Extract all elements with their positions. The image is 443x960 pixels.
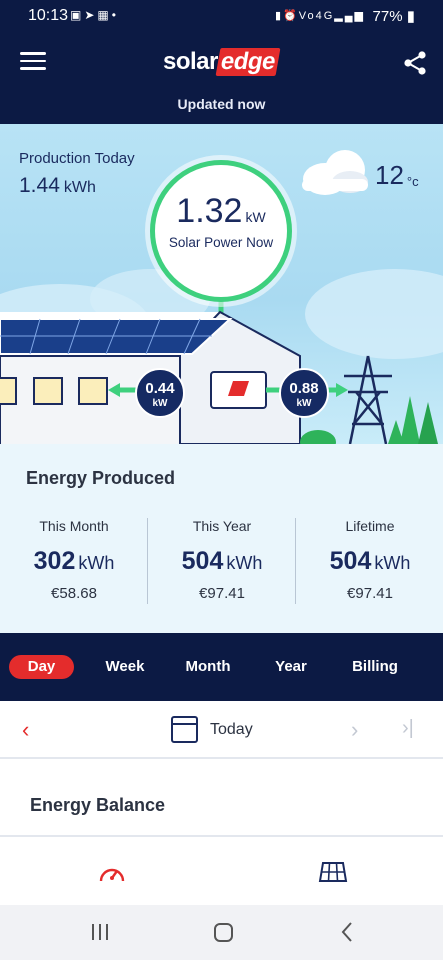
skip-to-latest-icon[interactable]: ›| [402, 717, 414, 740]
solaredge-logo: solaredge [163, 48, 281, 78]
notification-icons: ▣➤▦• [70, 8, 119, 22]
home-icon[interactable] [212, 920, 236, 944]
energy-produced-card: Energy Produced This Month 302 kWh €58.68… [0, 444, 443, 633]
temperature: 12 °c [375, 160, 419, 191]
hamburger-line [20, 59, 46, 62]
tab-week[interactable]: Week [95, 655, 155, 679]
temperature-value: 12 [375, 160, 404, 190]
status-bar: 10:13 ▣➤▦• ▮⏰Vo4G▂▄▆ 77% ▮ [0, 0, 443, 30]
site-overview: Production Today 1.44 kWh 12 °c 1.32 kW Sol… [0, 124, 443, 444]
app-header: solaredge Updated now [0, 30, 443, 124]
tab-year[interactable]: Year [268, 655, 314, 679]
consumption-unit: kW [152, 398, 168, 409]
consumption-value: 0.44 [145, 380, 175, 397]
logo-edge-text: edge [215, 48, 281, 76]
battery-saver-icon: ▮ [274, 10, 284, 22]
stat-value: 504 kWh [296, 547, 443, 576]
power-unit: kW [245, 209, 266, 225]
grid-value: 0.88 [289, 380, 319, 397]
solar-panel-layout-icon[interactable] [318, 859, 348, 885]
stat-number: 504 [181, 547, 224, 575]
alarm-icon: ⏰ [283, 10, 299, 22]
battery-percent: 77% [372, 8, 403, 25]
telegram-icon: ➤ [84, 8, 98, 22]
bottom-navigation [0, 837, 443, 905]
consumption-flow-badge: 0.44 kW [135, 368, 185, 418]
period-tabs: Day Week Month Year Billing [0, 633, 443, 701]
stat-money: €58.68 [51, 585, 97, 602]
date-label[interactable]: Today [210, 721, 253, 739]
previous-day-icon[interactable]: ‹ [22, 717, 29, 743]
power-number: 1.32 [176, 192, 243, 230]
grid-unit: kW [296, 398, 312, 409]
hamburger-icon [20, 52, 46, 55]
energy-produced-title: Energy Produced [26, 468, 176, 488]
hamburger-line [20, 67, 46, 70]
gallery-icon: ▦ [97, 8, 112, 22]
tab-day[interactable]: Day [9, 655, 74, 679]
grid-export-flow-badge: 0.88 kW [279, 368, 329, 418]
production-today-label: Production Today [19, 150, 135, 167]
stat-this-month: This Month 302 kWh €58.68 [0, 518, 148, 602]
production-unit: kWh [63, 179, 96, 196]
solar-power-gauge[interactable]: 1.32 kW Solar Power Now [150, 160, 292, 302]
production-number: 1.44 [19, 174, 60, 197]
stat-number: 302 [33, 547, 76, 575]
battery-status: 77% ▮ [373, 7, 415, 25]
stat-label: This Year [192, 518, 252, 534]
battery-icon: ▮ [406, 8, 415, 25]
stat-money: €97.41 [199, 585, 245, 602]
stat-value: 302 kWh [0, 547, 148, 576]
stat-unit: kWh [374, 553, 411, 573]
4g-icon: 4G [315, 10, 335, 22]
production-today-value: 1.44 kWh [19, 174, 96, 198]
stat-value: 504 kWh [148, 547, 296, 576]
status-time: 10:13 [28, 7, 69, 24]
stat-label: This Month [39, 518, 109, 534]
share-icon[interactable] [402, 50, 428, 76]
dashboard-gauge-icon[interactable] [97, 859, 127, 885]
date-navigation: ‹ Today › ›| [0, 701, 443, 759]
power-pylon-icon [344, 355, 392, 444]
next-day-icon[interactable]: › [351, 717, 358, 743]
temperature-unit: °c [406, 174, 419, 189]
solar-power-value: 1.32 kW [155, 192, 287, 231]
energy-balance-section[interactable]: Energy Balance [0, 759, 443, 837]
recent-apps-icon[interactable] [88, 920, 112, 944]
stat-this-year: This Year 504 kWh €97.41 [148, 518, 296, 602]
system-status-icons: ▮⏰Vo4G▂▄▆ [275, 9, 365, 22]
solar-power-label: Solar Power Now [168, 235, 274, 250]
cloud-icon [302, 150, 368, 195]
stat-lifetime: Lifetime 504 kWh €97.41 [296, 518, 443, 602]
stat-unit: kWh [78, 553, 115, 573]
logo-solar-text: solar [163, 48, 218, 75]
stat-number: 504 [329, 547, 372, 575]
system-navigation-bar [0, 905, 443, 960]
inverter-icon [210, 371, 267, 409]
calendar-icon[interactable] [171, 716, 198, 743]
stat-unit: kWh [226, 553, 263, 573]
volte-icon: Vo [298, 10, 316, 22]
sms-icon: ▣ [70, 8, 85, 22]
signal-icon: ▂▄▆ [334, 10, 365, 22]
dot-icon: • [111, 8, 119, 22]
back-icon[interactable] [336, 920, 360, 944]
tab-month[interactable]: Month [176, 655, 240, 679]
stat-money: €97.41 [347, 585, 393, 602]
stat-label: Lifetime [345, 518, 395, 534]
updated-status: Updated now [177, 96, 266, 112]
menu-button[interactable] [20, 52, 46, 72]
tab-billing[interactable]: Billing [346, 655, 404, 679]
energy-balance-title: Energy Balance [30, 795, 166, 815]
